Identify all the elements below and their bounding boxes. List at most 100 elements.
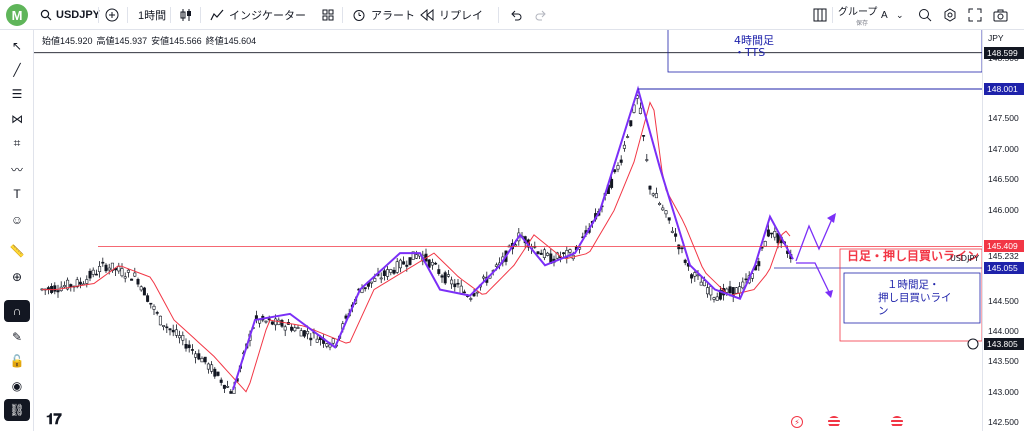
projection-arrow[interactable]: [796, 262, 830, 293]
add-alert-plus-icon[interactable]: [967, 338, 979, 350]
candle-body: [536, 251, 540, 254]
candle-body: [709, 286, 713, 296]
projection-icon[interactable]: ⌗: [4, 132, 30, 154]
candle-body: [130, 278, 134, 281]
eye-icon[interactable]: ◉: [4, 375, 30, 397]
camera-icon: [993, 9, 1008, 21]
candle-body: [226, 386, 230, 388]
candle-body: [680, 247, 684, 250]
candle-body: [622, 144, 626, 149]
candle-body: [651, 193, 655, 196]
price-tag: 145.409: [984, 240, 1024, 253]
candle-body: [440, 275, 444, 278]
chart-pane[interactable]: 4時間足 ・TTS 日足・押し目買いライン USDJPY １時間足・ 押し目買いライン: [34, 30, 982, 431]
settings-icon: [944, 8, 956, 22]
candle-body: [302, 330, 306, 337]
group-label: グループ: [838, 7, 878, 18]
us-flag-icon[interactable]: [891, 416, 903, 428]
candle-body: [664, 210, 668, 215]
candle-body: [158, 315, 162, 326]
candle-body: [469, 298, 473, 300]
chevron-down-icon[interactable]: ⌄: [896, 0, 904, 30]
candle-body: [674, 233, 678, 237]
candle-body: [296, 327, 300, 329]
price-tick-label: 144.500: [988, 295, 1019, 306]
price-chart[interactable]: 4時間足・TTS日足・押し目買いラインUSDJPY１時間足・押し目買いライン: [34, 30, 982, 431]
candle-body: [101, 261, 105, 264]
candle-body: [222, 384, 226, 389]
candle-body: [94, 273, 98, 276]
candle-body: [763, 241, 767, 247]
h4-note-subtitle: ・TTS: [734, 46, 765, 59]
candle-body: [539, 252, 543, 255]
candle-body: [456, 282, 460, 285]
candle-body: [427, 259, 431, 268]
candle-body: [293, 327, 297, 332]
profile-avatar[interactable]: M: [6, 4, 28, 26]
indicators-button[interactable]: インジケーター: [210, 0, 306, 30]
fib-icon[interactable]: ☰: [4, 83, 30, 105]
magnet-icon[interactable]: ∩: [4, 300, 30, 322]
symbol-watermark: USDJPY: [950, 254, 979, 263]
layout-button[interactable]: [813, 0, 827, 30]
price-axis[interactable]: JPY 148.500147.500147.000146.500146.0001…: [982, 30, 1024, 431]
settings-button[interactable]: [943, 0, 957, 30]
price-tick-label: 146.000: [988, 204, 1019, 215]
price-tick-label: 145.232: [988, 251, 1019, 262]
chart-type-button[interactable]: [180, 0, 192, 30]
snapshot-button[interactable]: [993, 0, 1008, 30]
fullscreen-button[interactable]: [968, 0, 982, 30]
candle-body: [741, 281, 745, 289]
candle-body: [613, 169, 617, 173]
undo-button[interactable]: [510, 0, 522, 30]
candle-body: [149, 302, 153, 305]
candle-body: [117, 266, 121, 272]
text-icon[interactable]: T: [4, 183, 30, 205]
interval-button[interactable]: 1時間: [138, 0, 166, 30]
candle-body: [174, 329, 178, 336]
zoom-icon[interactable]: ⊕: [4, 266, 30, 288]
candle-body: [405, 264, 409, 267]
projection-arrow[interactable]: [795, 218, 833, 262]
candle-body: [670, 230, 674, 233]
link-icon[interactable]: ⛓: [4, 399, 30, 421]
candle-body: [661, 207, 665, 211]
arrow-head: [825, 290, 833, 298]
redo-button[interactable]: [535, 0, 547, 30]
replay-button[interactable]: リプレイ: [420, 0, 483, 30]
templates-button[interactable]: [322, 0, 334, 30]
price-tag: 148.001: [984, 83, 1024, 95]
lightning-icon[interactable]: ⚡: [791, 416, 803, 428]
cursor-icon[interactable]: ↖: [4, 35, 30, 57]
group-mode[interactable]: A: [881, 0, 888, 30]
us-flag-icon[interactable]: [828, 416, 840, 428]
emoji-icon[interactable]: ☺: [4, 209, 30, 231]
trend-zigzag-line: [232, 85, 794, 391]
ruler-icon[interactable]: 📏: [4, 240, 30, 262]
symbol-search[interactable]: USDJPY: [40, 0, 100, 30]
indicators-label: インジケーター: [229, 10, 306, 22]
h4-note-box[interactable]: [667, 30, 982, 73]
search-icon: [40, 9, 52, 21]
candle-body: [78, 281, 82, 285]
candle-body: [331, 338, 335, 344]
path-icon[interactable]: 〰: [4, 158, 30, 180]
candle-body: [146, 295, 150, 302]
lock-icon[interactable]: 🔓: [4, 350, 30, 372]
candle-body: [546, 252, 550, 256]
lock-draw-icon[interactable]: ✎: [4, 326, 30, 348]
trend-line-icon[interactable]: ╱: [4, 59, 30, 81]
alert-button[interactable]: アラート: [352, 0, 415, 30]
quick-search-button[interactable]: [918, 0, 932, 30]
drawing-toolbar: ↖ ╱ ☰ ⋈ ⌗ 〰 T ☺ 📏 ⊕ ∩ ✎ 🔓 ◉ ⛓: [0, 30, 34, 431]
candle-body: [107, 267, 111, 271]
candle-body: [206, 363, 210, 370]
candle-body: [136, 279, 140, 285]
compare-button[interactable]: [105, 0, 119, 30]
pattern-icon[interactable]: ⋈: [4, 108, 30, 130]
candle-body: [453, 283, 457, 288]
candle-body: [475, 291, 479, 294]
group-button[interactable]: グループ 保存: [838, 0, 877, 30]
candle-body: [715, 296, 719, 301]
candle-body: [683, 259, 687, 263]
